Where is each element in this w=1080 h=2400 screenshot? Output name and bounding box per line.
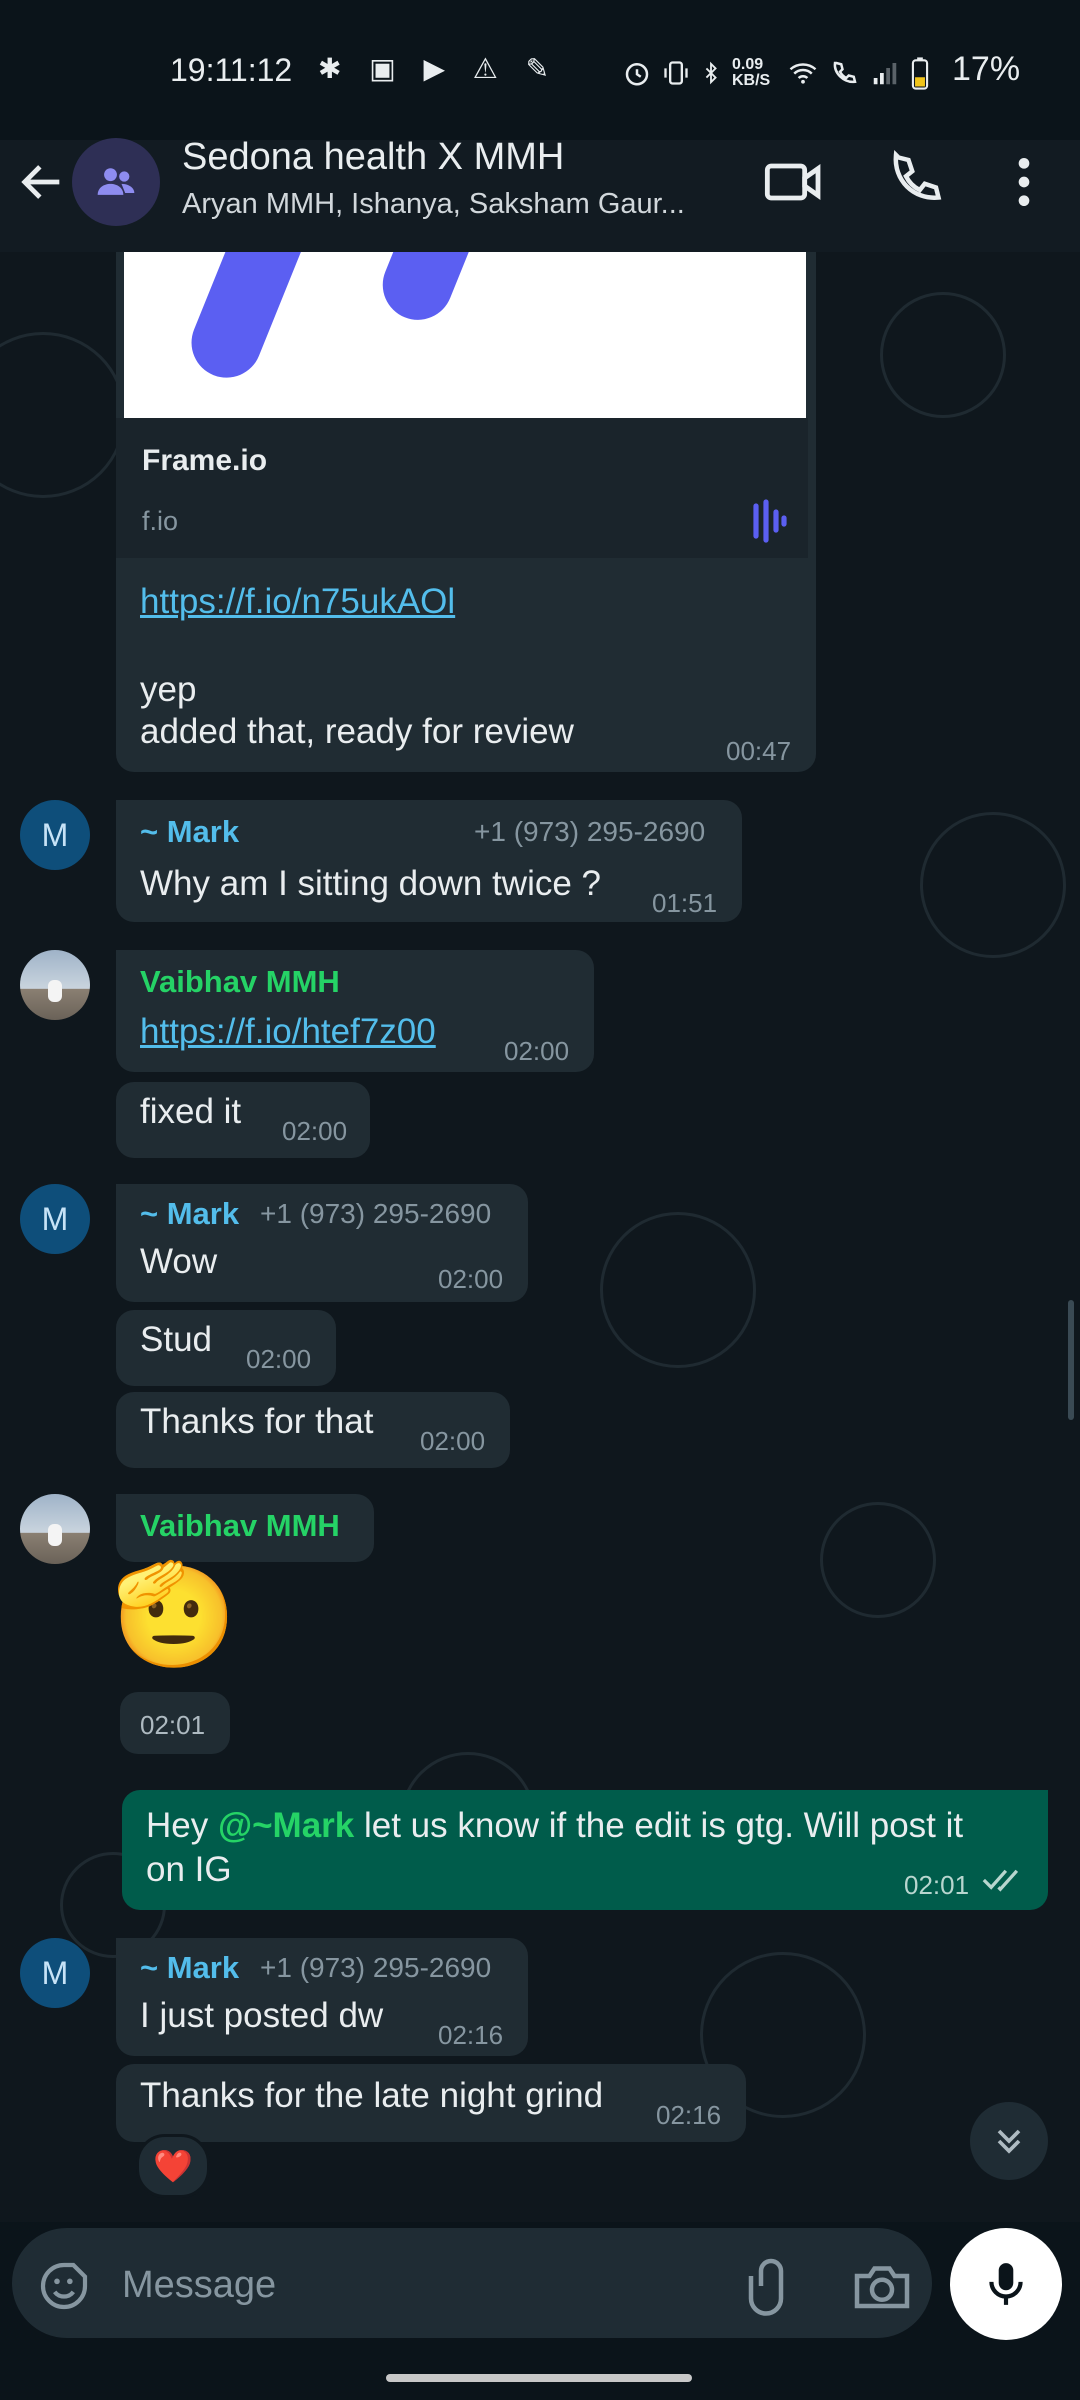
sender-name[interactable]: ~ Mark (140, 1196, 239, 1232)
link-preview-domain: f.io (142, 506, 179, 536)
sender-name[interactable]: ~ Mark (140, 1950, 239, 1986)
scroll-to-bottom-button[interactable] (970, 2102, 1048, 2180)
read-receipt-icon (982, 1864, 1026, 1901)
message-text: Why am I sitting down twice ? (140, 864, 601, 903)
message-text: Thanks for that (140, 1402, 374, 1441)
message-text: I just posted dw (140, 1996, 384, 2035)
message-time: 02:00 (420, 1426, 486, 1456)
group-icon (97, 168, 135, 195)
bluetooth-icon (705, 61, 717, 85)
chat-participants[interactable]: Aryan MMH, Ishanya, Saksham Gaur... (182, 188, 722, 221)
alarm-icon (625, 63, 649, 86)
message-time: 02:16 (438, 2020, 504, 2050)
avatar[interactable]: M (20, 1184, 90, 1254)
link-preview-image[interactable] (124, 252, 806, 418)
wifi-calling-icon (833, 61, 857, 84)
signal-icon (873, 63, 897, 85)
scrollbar-thumb[interactable] (1068, 1300, 1074, 1420)
video-call-icon[interactable] (762, 150, 826, 214)
message-placeholder[interactable]: Message (122, 2264, 276, 2307)
message-time: 02:00 (438, 1264, 504, 1294)
sticker-icon[interactable] (36, 2258, 92, 2319)
message-time: 02:00 (282, 1116, 348, 1146)
attach-icon[interactable] (736, 2256, 796, 2321)
mention[interactable]: @~Mark (218, 1806, 354, 1845)
message-time: 02:01 (140, 1710, 206, 1740)
more-options-icon[interactable] (1000, 150, 1048, 214)
salute-emoji[interactable]: 🫡 (112, 1560, 237, 1670)
camera-icon[interactable] (852, 2258, 912, 2319)
message-time: 02:16 (656, 2100, 722, 2130)
system-icons: 0.09 KB/S (622, 56, 930, 90)
message-time: 01:51 (652, 888, 718, 918)
link-preview-card[interactable] (116, 418, 808, 558)
notification-icons: ✱ ▣ ▶ ⚠ ✎ (318, 53, 560, 84)
sender-name[interactable]: Vaibhav MMH (140, 1508, 340, 1544)
message-link[interactable]: https://f.io/htef7z00 (140, 1012, 436, 1052)
message-text: Stud (140, 1320, 212, 1359)
frameio-logo-icon (750, 498, 790, 549)
message-time: 02:01 (904, 1870, 970, 1900)
gesture-nav-handle[interactable] (386, 2374, 692, 2382)
voice-call-icon[interactable] (886, 150, 950, 214)
message-text: on IG (146, 1850, 232, 1889)
avatar[interactable] (20, 950, 90, 1020)
battery-percent: 17% (952, 50, 1021, 88)
reaction-heart[interactable]: ❤️ (136, 2134, 210, 2198)
sender-name[interactable]: ~ Mark (140, 814, 239, 850)
net-speed: 0.09 KB/S (732, 56, 771, 89)
sender-name[interactable]: Vaibhav MMH (140, 964, 340, 1000)
sender-phone: +1 (973) 295-2690 (260, 1198, 492, 1229)
message-text: yep (140, 670, 197, 709)
message-text: Hey @~Mark let us know if the edit is gt… (146, 1806, 964, 1845)
sender-phone: +1 (973) 295-2690 (260, 1952, 492, 1983)
wifi-icon (789, 63, 817, 84)
message-text: Wow (140, 1242, 218, 1281)
avatar[interactable]: M (20, 800, 90, 870)
back-arrow-icon[interactable] (16, 156, 68, 208)
voice-record-button[interactable] (950, 2228, 1062, 2340)
message-time: 02:00 (504, 1036, 570, 1066)
avatar[interactable] (20, 1494, 90, 1564)
microphone-icon (989, 2263, 1023, 2305)
battery-icon (911, 57, 929, 90)
message-time: 02:00 (246, 1344, 312, 1374)
sender-phone: +1 (973) 295-2690 (474, 816, 706, 847)
message-text: fixed it (140, 1092, 242, 1131)
avatar[interactable]: M (20, 1938, 90, 2008)
chat-title[interactable]: Sedona health X MMH (182, 136, 564, 179)
message-time: 00:47 (726, 736, 792, 766)
status-time: 19:11:12 (170, 52, 293, 88)
message-text: Thanks for the late night grind (140, 2076, 604, 2115)
message-link[interactable]: https://f.io/n75ukAOl (140, 582, 455, 622)
group-avatar[interactable] (72, 138, 160, 226)
link-preview-title: Frame.io (142, 444, 268, 477)
vibrate-icon (664, 61, 688, 85)
message-text: added that, ready for review (140, 712, 574, 751)
double-chevron-down-icon (997, 2129, 1021, 2154)
